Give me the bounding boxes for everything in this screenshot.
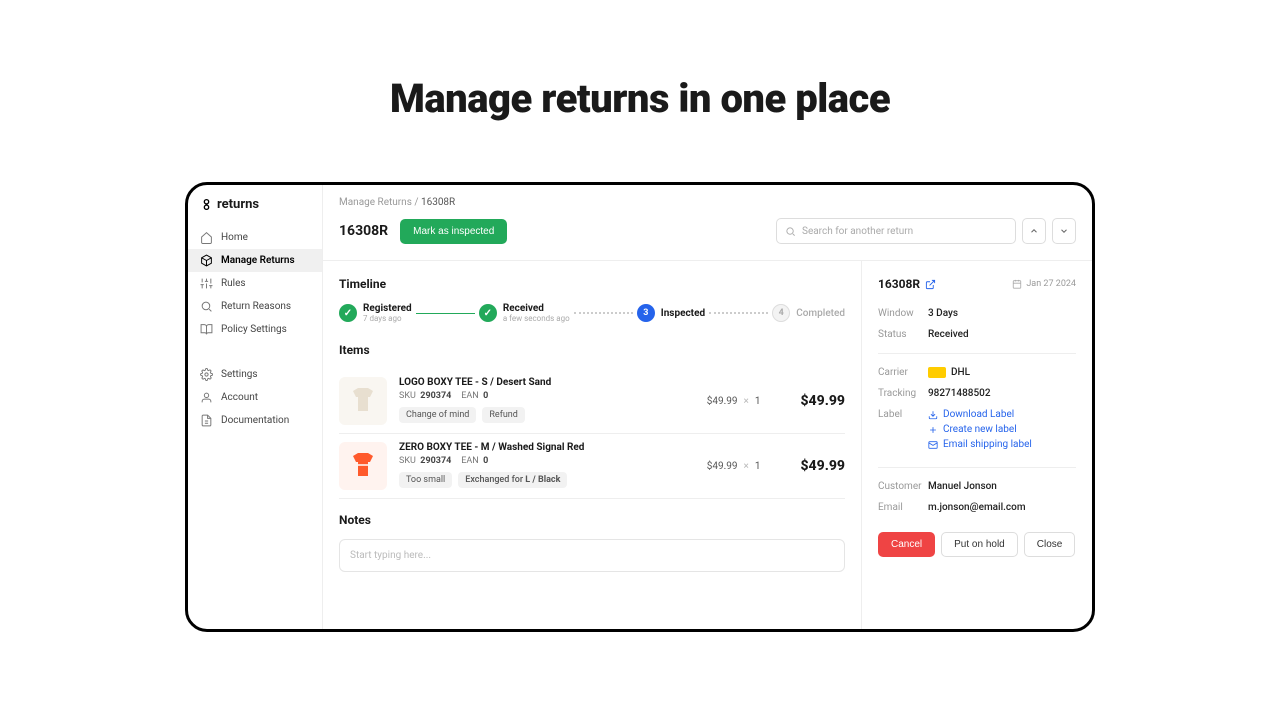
notes-input[interactable]: Start typing here... [339, 539, 845, 572]
items-title: Items [339, 343, 845, 357]
step-number: 3 [637, 304, 655, 322]
download-icon [928, 410, 938, 420]
download-label-link[interactable]: Download Label [928, 409, 1032, 420]
item-total-price: $49.99 [800, 393, 845, 409]
main-panel: Manage Returns / 16308R 16308R Mark as i… [323, 185, 1092, 629]
carrier-value: DHL [928, 367, 970, 378]
prev-return-button[interactable] [1022, 218, 1046, 244]
tshirt-icon [345, 383, 381, 419]
chevron-up-icon [1029, 226, 1039, 236]
item-name: ZERO BOXY TEE - M / Washed Signal Red [399, 442, 695, 453]
item-image [339, 442, 387, 490]
details-date: Jan 27 2024 [1012, 279, 1076, 289]
hero-title: Manage returns in one place [0, 75, 1280, 122]
customer-value: Manuel Jonson [928, 481, 997, 492]
item-row: LOGO BOXY TEE - S / Desert Sand SKU 2903… [339, 369, 845, 434]
status-value: Received [928, 329, 969, 340]
nav-rules[interactable]: Rules [188, 272, 322, 295]
box-icon [200, 254, 213, 267]
timeline-title: Timeline [339, 277, 845, 291]
mail-icon [928, 440, 938, 450]
item-meta: SKU 290374 EAN 0 [399, 456, 695, 466]
item-total-price: $49.99 [800, 458, 845, 474]
app-frame: returns Home Manage Returns Rules Retur [185, 182, 1095, 632]
timeline-received: Receiveda few seconds ago [479, 303, 570, 323]
search-icon [785, 226, 796, 237]
home-icon [200, 231, 213, 244]
tshirt-icon [345, 448, 381, 484]
hold-button[interactable]: Put on hold [941, 532, 1018, 557]
external-link-icon[interactable] [925, 279, 936, 290]
chevron-down-icon [1059, 226, 1069, 236]
check-icon [339, 304, 357, 322]
dhl-badge-icon [928, 367, 946, 378]
next-return-button[interactable] [1052, 218, 1076, 244]
notes-title: Notes [339, 513, 845, 527]
item-row: ZERO BOXY TEE - M / Washed Signal Red SK… [339, 434, 845, 499]
mark-inspected-button[interactable]: Mark as inspected [400, 219, 507, 244]
page-header: 16308R Mark as inspected Search for anot… [323, 218, 1092, 261]
sidebar: returns Home Manage Returns Rules Retur [188, 185, 323, 629]
create-label-link[interactable]: Create new label [928, 424, 1032, 435]
search-input[interactable]: Search for another return [776, 218, 1016, 244]
book-icon [200, 323, 213, 336]
breadcrumb-root[interactable]: Manage Returns / [339, 197, 418, 208]
item-image [339, 377, 387, 425]
nav-manage-returns[interactable]: Manage Returns [188, 249, 322, 272]
timeline-completed: 4 Completed [772, 304, 845, 322]
email-label-link[interactable]: Email shipping label [928, 439, 1032, 450]
timeline-inspected: 3 Inspected [637, 304, 705, 322]
calendar-icon [1012, 279, 1022, 289]
timeline: Registered7 days ago Receiveda few secon… [339, 303, 845, 323]
window-value: 3 Days [928, 308, 958, 319]
nav-account[interactable]: Account [188, 386, 322, 409]
details-id: 16308R [878, 277, 936, 291]
reason-tag: Too small [399, 472, 452, 488]
item-unit-price: $49.99×1 [707, 396, 761, 407]
return-id: 16308R [339, 223, 388, 239]
sliders-icon [200, 277, 213, 290]
step-number: 4 [772, 304, 790, 322]
plus-icon [928, 425, 938, 435]
reason-tag: Change of mind [399, 407, 476, 423]
breadcrumb-current: 16308R [421, 197, 455, 208]
nav-return-reasons[interactable]: Return Reasons [188, 295, 322, 318]
item-meta: SKU 290374 EAN 0 [399, 391, 695, 401]
app-logo: returns [188, 197, 322, 226]
search-icon [200, 300, 213, 313]
item-name: LOGO BOXY TEE - S / Desert Sand [399, 377, 695, 388]
nav-documentation[interactable]: Documentation [188, 409, 322, 432]
tracking-value: 98271488502 [928, 388, 991, 399]
user-icon [200, 391, 213, 404]
resolution-tag: Refund [482, 407, 524, 423]
gear-icon [200, 368, 213, 381]
exchange-tag: Exchanged for L / Black [458, 472, 567, 488]
breadcrumb: Manage Returns / 16308R [323, 185, 1092, 218]
check-icon [479, 304, 497, 322]
center-column: Timeline Registered7 days ago Receiveda … [323, 261, 862, 629]
cancel-button[interactable]: Cancel [878, 532, 935, 557]
logo-icon [200, 198, 213, 211]
email-value: m.jonson@email.com [928, 502, 1026, 513]
close-button[interactable]: Close [1024, 532, 1076, 557]
details-sidebar: 16308R Jan 27 2024 Window3 Days StatusRe… [862, 261, 1092, 629]
file-icon [200, 414, 213, 427]
nav-policy-settings[interactable]: Policy Settings [188, 318, 322, 341]
nav-home[interactable]: Home [188, 226, 322, 249]
item-unit-price: $49.99×1 [707, 461, 761, 472]
timeline-registered: Registered7 days ago [339, 303, 412, 323]
nav-settings[interactable]: Settings [188, 363, 322, 386]
